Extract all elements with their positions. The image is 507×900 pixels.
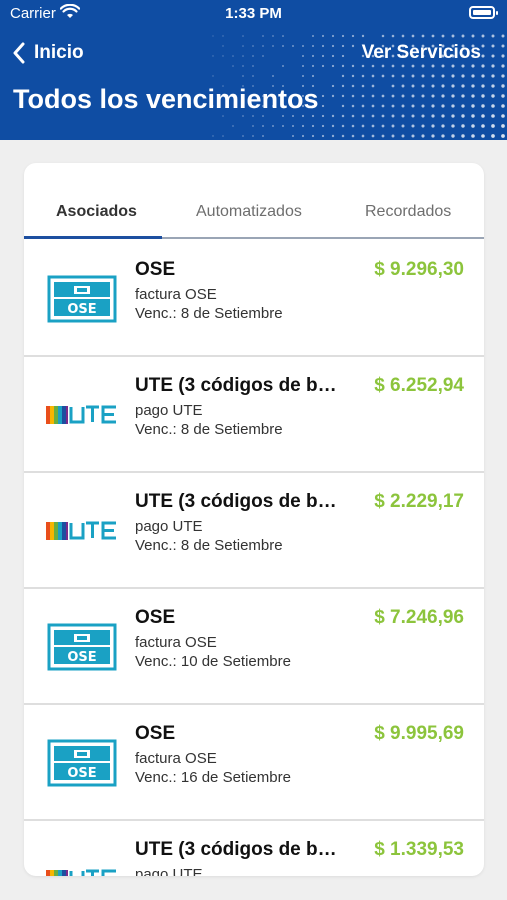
item-name: OSE [135,259,176,280]
item-description: pago UTE [135,402,203,419]
item-due-date: Venc.: 8 de Setiembre [135,305,283,322]
item-name: UTE (3 códigos de barras) [135,491,347,512]
list-item[interactable]: OSE OSE factura OSE Venc.: 16 de Setiemb… [24,705,484,821]
item-description: factura OSE [135,286,217,303]
svg-text:OSE: OSE [67,650,96,665]
item-description: factura OSE [135,634,217,651]
ute-logo [46,390,118,440]
ute-logo [46,854,118,876]
item-name: OSE [135,607,176,628]
tab-bar: Asociados Automatizados Recordados [24,163,484,239]
svg-text:OSE: OSE [67,766,96,781]
item-due-date: Venc.: 8 de Setiembre [135,537,283,554]
item-amount: $ 9.296,30 [374,259,464,280]
back-button-label: Inicio [34,42,84,63]
item-name: UTE (3 códigos de barras) [135,839,347,860]
ose-logo: OSE [46,738,118,788]
item-description: pago UTE [135,866,203,876]
item-due-date: Venc.: 10 de Setiembre [135,653,291,670]
ose-logo: OSE [46,274,118,324]
item-amount: $ 2.229,17 [374,491,464,512]
item-amount: $ 1.339,53 [374,839,464,860]
item-description: factura OSE [135,750,217,767]
list-item[interactable]: OSE OSE factura OSE Venc.: 8 de Setiembr… [24,241,484,357]
list-item[interactable]: UTE (3 códigos de barras) pago UTE Venc.… [24,473,484,589]
ute-logo [46,506,118,556]
active-tab-indicator [24,236,162,239]
item-description: pago UTE [135,518,203,535]
chevron-left-icon [13,42,25,64]
item-amount: $ 6.252,94 [374,375,464,396]
due-dates-card: Asociados Automatizados Recordados OSE O… [24,163,484,876]
item-amount: $ 9.995,69 [374,723,464,744]
svg-text:OSE: OSE [67,302,96,317]
ver-servicios-button[interactable]: Ver Servicios [362,42,481,64]
tab-asociados[interactable]: Asociados [56,203,137,221]
battery-icon [469,6,498,19]
item-name: UTE (3 códigos de barras) [135,375,347,396]
item-due-date: Venc.: 8 de Setiembre [135,421,283,438]
clock: 1:33 PM [225,5,282,22]
list-item[interactable]: UTE (3 códigos de barras) pago UTE Venc.… [24,357,484,473]
tab-automatizados[interactable]: Automatizados [196,203,302,221]
app-header: Carrier 1:33 PM Inicio Ver Servicios Tod… [0,0,507,140]
list-item[interactable]: UTE (3 códigos de barras) pago UTE $ 1.3… [24,821,484,876]
back-button[interactable]: Inicio [12,40,84,66]
item-due-date: Venc.: 16 de Setiembre [135,769,291,786]
page-title: Todos los vencimientos [13,84,319,114]
item-name: OSE [135,723,176,744]
status-bar: Carrier 1:33 PM [0,0,507,28]
tab-recordados[interactable]: Recordados [365,203,451,221]
item-amount: $ 7.246,96 [374,607,464,628]
list-item[interactable]: OSE OSE factura OSE Venc.: 10 de Setiemb… [24,589,484,705]
ose-logo: OSE [46,622,118,672]
